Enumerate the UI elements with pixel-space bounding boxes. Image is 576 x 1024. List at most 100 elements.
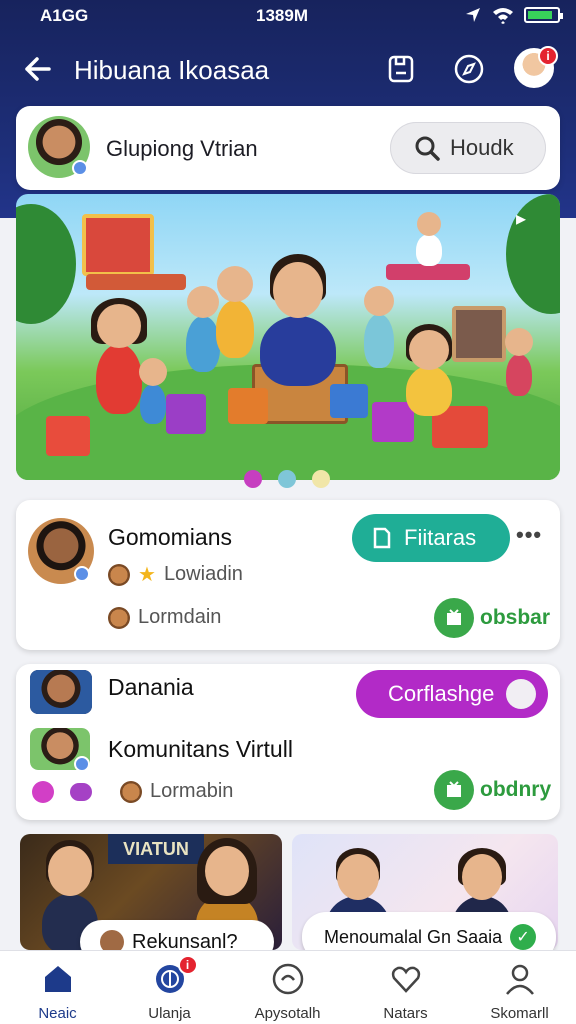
star-icon: ★ [138, 564, 156, 586]
conflash-button[interactable]: Corflashge [356, 670, 548, 718]
profile-icon [502, 961, 538, 997]
studio-sign: VIATUN [108, 834, 204, 864]
tab-favorites[interactable]: Natars [348, 951, 463, 1024]
hero-banner[interactable]: ▸ [16, 194, 560, 480]
globe-icon: i [152, 955, 198, 997]
back-button[interactable] [20, 52, 54, 86]
card-subtitle-row: ★ Lowiadin [108, 562, 243, 587]
child-illustration [139, 358, 167, 424]
back-arrow-icon [25, 57, 51, 81]
tab-home[interactable]: Neaic [0, 951, 115, 1024]
toy-block [166, 394, 206, 434]
tab-label: Neaic [38, 1005, 77, 1022]
conflash-button-label: Corflashge [388, 681, 495, 706]
child-illustration [505, 328, 533, 396]
card-subtitle: Lowiadin [163, 563, 243, 585]
toy-block [228, 388, 268, 424]
filter-button-label: Fiitaras [404, 525, 477, 550]
child-illustration [91, 298, 147, 414]
desk-illustration [86, 274, 186, 290]
profile-card: Glupiong Vtrian Houdk [16, 106, 560, 190]
tree-left [16, 204, 76, 324]
filter-button[interactable]: Fiitaras [352, 514, 510, 562]
carousel-dot[interactable] [244, 470, 262, 488]
tab-activity[interactable]: Apysotalh [230, 951, 345, 1024]
carousel-dot[interactable] [278, 470, 296, 488]
tab-profile[interactable]: Skomarll [462, 951, 576, 1024]
tab-label: Skomarll [490, 1005, 549, 1022]
verified-icon [74, 566, 90, 582]
emoji-face-icon [506, 679, 537, 709]
check-icon: ✓ [510, 924, 537, 950]
save-button[interactable] [382, 50, 420, 88]
search-button[interactable]: Houdk [390, 122, 546, 174]
carousel-dots [244, 470, 330, 488]
status-badge: obsbar [434, 598, 550, 638]
community-card[interactable]: Danania Corflashge Komunitans Virtull Lo… [16, 664, 560, 820]
child-illustration [186, 286, 220, 372]
location-icon [466, 8, 480, 22]
channel-thumbnail[interactable] [30, 670, 92, 714]
tab-label: Natars [383, 1005, 428, 1022]
tab-label: Ulanja [148, 1005, 191, 1022]
profile-name: Glupiong Vtrian [106, 136, 258, 161]
card-meta: Lormabin [150, 780, 234, 802]
toy-block [372, 402, 414, 442]
shield-frame-illustration [452, 306, 506, 362]
monkey-icon [108, 606, 130, 629]
carousel-dot[interactable] [312, 470, 330, 488]
caption-text: Menoumalal Gn Saaia [324, 926, 503, 947]
toy-block [330, 384, 368, 418]
search-icon [415, 136, 440, 161]
more-options-icon[interactable]: ••• [516, 522, 542, 548]
compass-button[interactable] [450, 50, 488, 88]
desk-right-illustration [386, 264, 470, 280]
banner-next-icon[interactable]: ▸ [516, 206, 542, 232]
search-label: Houdk [450, 135, 514, 160]
check-square-icon [434, 598, 474, 638]
group-card[interactable]: Gomomians ★ Lowiadin Lormdain Fiitaras •… [16, 500, 560, 650]
child-illustration [216, 266, 254, 358]
document-icon [388, 55, 414, 83]
compass-icon [454, 54, 484, 84]
verified-icon [74, 756, 90, 772]
status-badge: obdnry [434, 770, 551, 810]
tab-label: Apysotalh [254, 1005, 321, 1022]
card-title: Gomomians [108, 524, 232, 550]
clock: 1389M [256, 6, 308, 25]
tab-badge: i [177, 955, 198, 975]
child-illustration [406, 324, 452, 416]
card-meta-row: Lormabin [32, 780, 233, 803]
bottom-nav: Neaic i Ulanja Apysotalh Natars Skomarll [0, 950, 576, 1024]
carrier-label: A1GG [40, 6, 89, 25]
heart-chat-icon[interactable] [32, 780, 54, 803]
child-illustration [364, 286, 394, 368]
monkey-icon [120, 780, 142, 803]
status-icons [464, 6, 563, 24]
teacher-illustration [260, 254, 336, 386]
notification-badge: i [538, 46, 558, 66]
card-title: Danania [108, 674, 194, 700]
home-icon [40, 961, 76, 997]
card-meta-row: Lormdain [108, 606, 221, 629]
page-title: Hibuana Ikoasaa [74, 55, 270, 85]
status-bar: A1GG 1389M [0, 0, 576, 32]
heart-icon [388, 961, 424, 997]
check-square-icon [434, 770, 474, 810]
tab-community[interactable]: i Ulanja [112, 951, 227, 1024]
status-badge-label: obsbar [480, 606, 551, 629]
verified-icon [72, 160, 88, 176]
top-nav: Hibuana Ikoasaa i [0, 46, 576, 94]
wifi-icon [493, 8, 513, 24]
battery-icon [524, 7, 563, 23]
card-meta: Lormdain [138, 606, 222, 628]
whiteboard-illustration [82, 214, 154, 276]
toy-block [46, 416, 90, 456]
status-badge-label: obdnry [480, 778, 552, 801]
monkey-icon [108, 563, 130, 586]
document-icon [373, 527, 391, 549]
activity-icon [270, 961, 306, 997]
card-subtitle: Komunitans Virtull [108, 736, 293, 762]
child-illustration [416, 212, 442, 266]
chat-bubble-icon[interactable] [70, 782, 92, 801]
